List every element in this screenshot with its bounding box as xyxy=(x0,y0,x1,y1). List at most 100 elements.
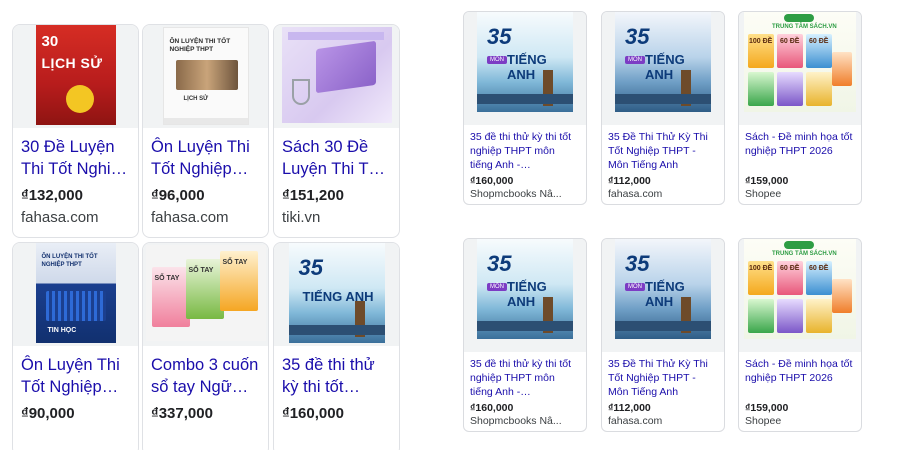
product-card[interactable]: 35 MÔN TIẾNG ANH 35 Đề Thi Thử Kỳ Thi Tố… xyxy=(601,238,725,432)
product-image[interactable]: 35 TIẾNG ANH xyxy=(274,243,399,346)
product-title[interactable]: Sách - Đề minh họa tốt nghiệp THPT 2026 xyxy=(745,357,855,399)
product-title[interactable]: 30 Đề Luyện Thi Tốt Nghiệp THPT 2026 Lịc… xyxy=(21,136,130,180)
book-cover-lich-su: 30 LỊCH SỬ xyxy=(35,25,116,125)
product-title[interactable]: Combo 3 cuốn sổ tay Ngữ Văn Tiếng Anh To… xyxy=(151,354,260,398)
product-image[interactable]: ÔN LUYỆN THI TỐT NGHIỆP THPT TIN HỌC xyxy=(13,243,138,346)
publisher-name: TRUNG TÂM SÁCH.VN xyxy=(772,24,837,30)
product-store: fahasa.com xyxy=(608,415,663,427)
product-price: ₫132,000 xyxy=(21,187,83,204)
product-card[interactable]: 30 LỊCH SỬ 30 Đề Luyện Thi Tốt Nghiệp TH… xyxy=(12,24,139,238)
product-title[interactable]: 35 Đề Thi Thử Kỳ Thi Tốt Nghiệp THPT - M… xyxy=(608,357,718,399)
publisher-name: TRUNG TÂM SÁCH.VN xyxy=(772,251,837,257)
product-store: fahasa.com xyxy=(608,188,663,200)
book-label: 100 ĐỀ xyxy=(749,265,773,272)
product-image[interactable]: 30 LỊCH SỬ xyxy=(13,25,138,128)
product-card[interactable]: SỔ TAY SỔ TAY SỔ TAY Combo 3 cuốn sổ tay… xyxy=(142,242,269,450)
product-title[interactable]: 35 Đề Thi Thử Kỳ Thi Tốt Nghiệp THPT - M… xyxy=(608,130,718,172)
product-card[interactable]: ÔN LUYỆN THI TỐT NGHIỆP THPT TIN HỌC Ôn … xyxy=(12,242,139,450)
cover-footer-bar xyxy=(163,118,248,124)
product-image[interactable]: ÔN LUYỆN THI TỐT NGHIỆP THPT LỊCH SỬ xyxy=(143,25,268,128)
book-cover-hoa-hoc xyxy=(281,27,392,123)
product-title[interactable]: Sách - Đề minh họa tốt nghiệp THPT 2026 xyxy=(745,130,855,172)
product-price: ₫112,000 xyxy=(608,402,651,414)
cover-header-strip xyxy=(287,32,384,40)
product-image[interactable]: SỔ TAY SỔ TAY SỔ TAY xyxy=(143,243,268,346)
cover-number: 35 xyxy=(487,24,512,49)
cover-number: 35 xyxy=(625,251,650,276)
book-label: 60 ĐỀ xyxy=(780,265,800,272)
product-card[interactable]: 35 MÔN TIẾNG ANH 35 đề thi thử kỳ thi tố… xyxy=(463,11,587,205)
cover-subject: TIẾNG ANH xyxy=(645,52,685,82)
product-grid-small: 35 MÔN TIẾNG ANH 35 đề thi thử kỳ thi tố… xyxy=(463,11,863,435)
product-image[interactable]: 35 MÔN TIẾNG ANH xyxy=(602,239,724,352)
star-emblem-icon xyxy=(65,85,94,113)
book-thumb xyxy=(806,72,832,106)
product-store: tiki.vn xyxy=(282,209,321,226)
subject-badge: MÔN xyxy=(625,56,645,64)
subject-badge: MÔN xyxy=(487,56,507,64)
product-price: ₫112,000 xyxy=(608,175,651,187)
book-cover-tieng-anh: 35 MÔN TIẾNG ANH xyxy=(615,12,711,112)
product-title[interactable]: 35 đề thi thử kỳ thi tốt nghiệp THPT môn… xyxy=(470,130,580,172)
book-cover-de-minh-hoa: TRUNG TÂM SÁCH.VN 100 ĐỀ 60 ĐỀ 60 ĐỀ xyxy=(744,239,856,339)
book-cover-tieng-anh: 35 MÔN TIẾNG ANH xyxy=(477,12,573,112)
product-image[interactable]: TRUNG TÂM SÁCH.VN 100 ĐỀ 60 ĐỀ 60 ĐỀ xyxy=(739,12,861,125)
subject-badge: MÔN xyxy=(487,283,507,291)
product-price: ₫337,000 xyxy=(151,405,213,422)
cover-number: 35 xyxy=(487,251,512,276)
product-title[interactable]: Sách 30 Đề Luyện Thi Tốt Nghiệp THPT 202… xyxy=(282,136,391,180)
product-title[interactable]: 35 đề thi thử kỳ thi tốt nghiệp THPT môn… xyxy=(282,354,391,398)
product-price: ₫159,000 xyxy=(745,402,789,414)
book-cover-so-tay-combo: SỔ TAY SỔ TAY SỔ TAY xyxy=(145,245,266,341)
product-store: Shopmcbooks Nâ... xyxy=(470,188,562,200)
cover-subject: TIẾNG ANH xyxy=(507,52,547,82)
product-title[interactable]: 35 đề thi thử kỳ thi tốt nghiệp THPT môn… xyxy=(470,357,580,399)
book-thumb xyxy=(777,299,803,333)
product-card[interactable]: 35 MÔN TIẾNG ANH 35 Đề Thi Thử Kỳ Thi Tố… xyxy=(601,11,725,205)
product-price: ₫159,000 xyxy=(745,175,789,187)
cover-illustration xyxy=(175,60,238,90)
product-card[interactable]: 35 TIẾNG ANH 35 đề thi thử kỳ thi tốt ng… xyxy=(273,242,400,450)
product-card[interactable]: 35 MÔN TIẾNG ANH 35 đề thi thử kỳ thi tố… xyxy=(463,238,587,432)
cover-number: 35 xyxy=(298,255,323,280)
book-cover-de-minh-hoa: TRUNG TÂM SÁCH.VN 100 ĐỀ 60 ĐỀ 60 ĐỀ xyxy=(744,12,856,112)
product-card[interactable]: TRUNG TÂM SÁCH.VN 100 ĐỀ 60 ĐỀ 60 ĐỀ Sác… xyxy=(738,11,862,205)
product-grid-large: 30 LỊCH SỬ 30 Đề Luyện Thi Tốt Nghiệp TH… xyxy=(12,24,401,450)
product-image[interactable]: TRUNG TÂM SÁCH.VN 100 ĐỀ 60 ĐỀ 60 ĐỀ xyxy=(739,239,861,352)
product-card[interactable]: TRUNG TÂM SÁCH.VN 100 ĐỀ 60 ĐỀ 60 ĐỀ Sác… xyxy=(738,238,862,432)
bridge-icon xyxy=(477,321,573,331)
product-image[interactable]: 35 MÔN TIẾNG ANH xyxy=(602,12,724,125)
product-store: fahasa.com xyxy=(151,209,229,226)
book-thumb xyxy=(832,279,852,313)
product-price: ₫160,000 xyxy=(282,405,344,422)
notebook-label: SỔ TAY xyxy=(188,267,214,274)
product-price: ₫160,000 xyxy=(470,175,514,187)
cover-subject: LỊCH SỬ xyxy=(183,96,209,102)
product-image[interactable]: 35 MÔN TIẾNG ANH xyxy=(464,12,586,125)
product-price: ₫160,000 xyxy=(470,402,514,414)
book-cover-tieng-anh: 35 TIẾNG ANH xyxy=(288,243,385,343)
product-title[interactable]: Ôn Luyện Thi Tốt Nghiệp THPT Tin Học xyxy=(21,354,130,398)
product-price: ₫96,000 xyxy=(151,187,205,204)
product-store: fahasa.com xyxy=(21,209,99,226)
book-3d-icon xyxy=(315,40,376,94)
product-price: ₫151,200 xyxy=(282,187,344,204)
cover-heading: ÔN LUYỆN THI TỐT NGHIỆP THPT xyxy=(41,254,98,268)
product-card[interactable]: ÔN LUYỆN THI TỐT NGHIỆP THPT LỊCH SỬ Ôn … xyxy=(142,24,269,238)
bridge-icon xyxy=(615,321,711,331)
book-thumb xyxy=(777,72,803,106)
product-store: Shopmcbooks Nâ... xyxy=(470,415,562,427)
product-card[interactable]: Sách 30 Đề Luyện Thi Tốt Nghiệp THPT 202… xyxy=(273,24,400,238)
product-title[interactable]: Ôn Luyện Thi Tốt Nghiệp THPT Lịch Sử xyxy=(151,136,260,180)
cover-subject: TIN HỌC xyxy=(47,327,77,334)
product-store: Shopee xyxy=(745,188,782,200)
cover-number: 35 xyxy=(625,24,650,49)
cover-heading: ÔN LUYỆN THI TỐT NGHIỆP THPT xyxy=(169,38,231,53)
publisher-logo-icon xyxy=(784,14,814,22)
product-image[interactable]: 35 MÔN TIẾNG ANH xyxy=(464,239,586,352)
bridge-icon xyxy=(477,94,573,104)
book-cover-on-luyen-lich-su: ÔN LUYỆN THI TỐT NGHIỆP THPT LỊCH SỬ xyxy=(162,27,249,125)
notebook-label: SỔ TAY xyxy=(222,259,248,266)
product-image[interactable] xyxy=(274,25,399,128)
cover-number: 30 xyxy=(41,33,59,50)
